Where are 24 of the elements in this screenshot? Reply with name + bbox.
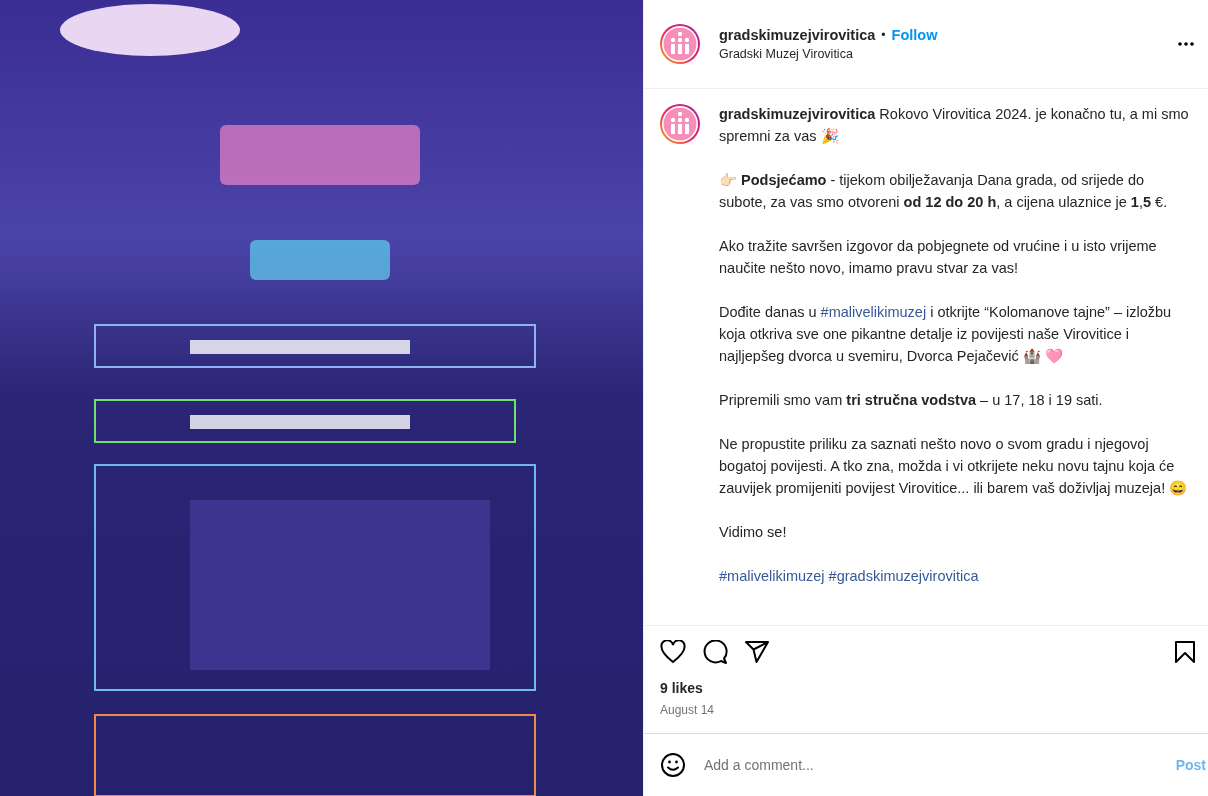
bookmark-icon[interactable]	[1174, 640, 1196, 664]
caption-paragraph: Pripremili smo vam tri stručna vodstva – u 17, 18 i 19 sati.	[719, 391, 1104, 410]
emoji-icon[interactable]	[660, 752, 686, 778]
caption-paragraph: Vidimo se!	[719, 523, 788, 542]
account-subtitle: Gradski Muzej Virovitica	[719, 47, 854, 61]
share-icon[interactable]	[744, 640, 770, 664]
caption-paragraph: 👉🏻 Podsjećamo - tijekom obilježavanja Dana grada, od srijede do subote, za vas smo otvoreni od 12 do 20 h, a cijena ulaznice je 1,5 €.	[719, 171, 1169, 212]
separator: •	[881, 28, 886, 42]
caption-paragraph: Ako tražite savršen izgovor da pobjegnete od vrućine i u isto vrijeme naučite nešto novo, imamo pravu stvar za vas!	[719, 237, 1158, 278]
hashtag-link[interactable]: #malivelikimuzej	[719, 568, 825, 584]
username[interactable]: gradskimuzejvirovitica	[719, 27, 876, 43]
hashtag-link[interactable]: #gradskimuzejvirovitica	[828, 568, 979, 584]
like-icon[interactable]	[660, 640, 686, 664]
caption-paragraph: Dođite danas u #malivelikimuzej i otkrijte “Kolomanove tajne” – izložbu koja otkriva sve one pikantne detalje iz povijesti naše Virovitice i najljepšeg dvorca u svemiru, Dvorca Pejačević 🏰 🩷	[719, 303, 1173, 366]
hashtag-link[interactable]: #malivelikimuzej	[820, 304, 927, 320]
post-date: August 14	[660, 703, 715, 717]
avatar[interactable]	[659, 103, 701, 145]
comment-icon[interactable]	[702, 639, 728, 665]
more-icon[interactable]	[1178, 42, 1194, 46]
username-link[interactable]: gradskimuzejvirovitica	[719, 106, 876, 122]
caption-paragraph: Ne propustite priliku za saznati nešto novo o svom gradu i njegovoj bogatoj povijesti. A tko zna, možda i vi otkrijete neku novu tajnu koja će zauvijek promijeniti povijest Virovitice... ili barem vaš doživljaj muzeja! 😄	[719, 435, 1189, 498]
caption-paragraph: gradskimuzejvirovitica Rokovo Virovitica 2024. je konačno tu, a mi smo spremni za vas 🎉	[719, 105, 1190, 146]
likes-count[interactable]: 9 likes	[660, 680, 703, 696]
avatar[interactable]	[659, 23, 701, 65]
